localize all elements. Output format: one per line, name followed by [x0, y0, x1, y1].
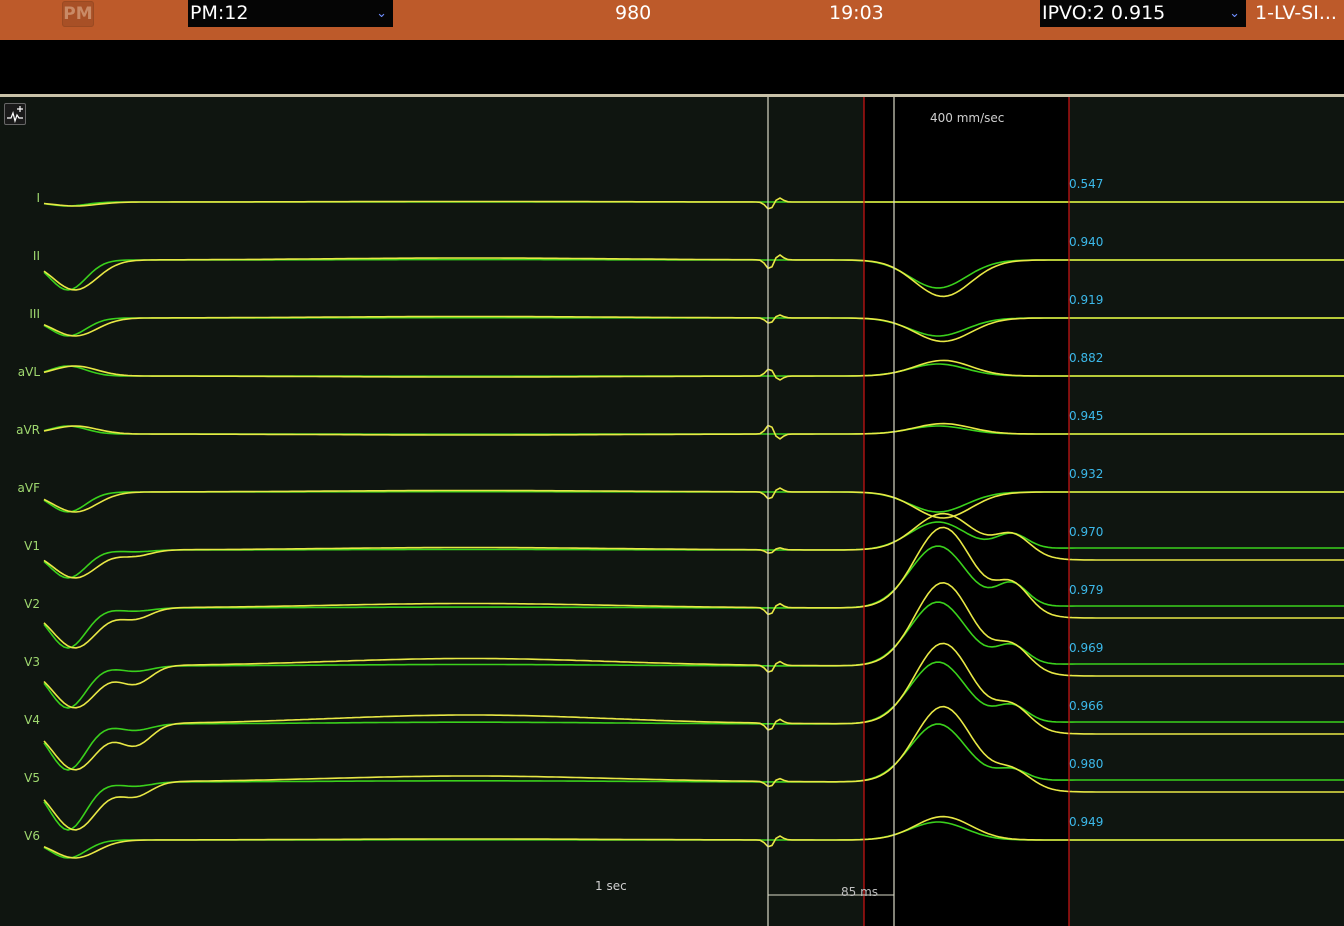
correlation-score-iii: 0.919	[1069, 293, 1104, 307]
lead-label-avr: aVR	[16, 423, 40, 437]
ecg-plot	[43, 97, 1344, 926]
trace-group	[43, 197, 1344, 859]
cycle-length-value: 980	[615, 2, 652, 24]
ipvo-select-value: IPVO:2 0.915	[1042, 2, 1166, 24]
paced-trace-iii	[43, 314, 1344, 343]
correlation-score-v5: 0.980	[1069, 757, 1104, 771]
pace-map-select-value: PM:12	[190, 2, 249, 24]
template-trace-avf	[43, 490, 1344, 513]
correlation-score-ii: 0.940	[1069, 235, 1104, 249]
lead-label-avl: aVL	[17, 365, 40, 379]
channel-label[interactable]: 1-LV-SI...	[1255, 0, 1337, 27]
time-value: 19:03	[829, 2, 884, 24]
template-trace-v5	[43, 723, 1344, 831]
paced-trace-ii	[43, 254, 1344, 298]
paced-trace-v6	[43, 815, 1344, 859]
lead-label-v6: V6	[24, 829, 40, 843]
paced-trace-v2	[43, 526, 1344, 649]
lead-label-v5: V5	[24, 771, 40, 785]
lead-label-i: I	[36, 191, 40, 205]
paced-trace-v4	[43, 642, 1344, 771]
correlation-score-i: 0.547	[1069, 177, 1104, 191]
correlation-score-avr: 0.945	[1069, 409, 1104, 423]
correlation-score-avf: 0.932	[1069, 467, 1104, 481]
correlation-score-v3: 0.969	[1069, 641, 1104, 655]
lead-label-v2: V2	[24, 597, 40, 611]
window-band-1	[864, 97, 894, 926]
chevron-down-icon: ⌄	[376, 6, 387, 21]
template-trace-avr	[43, 425, 1344, 435]
top-toolbar: PM PM:12 ⌄ 980 19:03 IPVO:2 0.915 ⌄ 1-LV…	[0, 0, 1344, 40]
correlation-score-v4: 0.966	[1069, 699, 1104, 713]
paced-trace-v5	[43, 705, 1344, 831]
correlation-score-v6: 0.949	[1069, 815, 1104, 829]
header-band	[0, 40, 1344, 94]
correlation-score-v2: 0.979	[1069, 583, 1104, 597]
lead-label-iii: III	[29, 307, 40, 321]
template-trace-v2	[43, 545, 1344, 649]
chevron-down-icon: ⌄	[1229, 6, 1240, 21]
ipvo-select[interactable]: IPVO:2 0.915 ⌄	[1040, 0, 1246, 27]
lead-label-v1: V1	[24, 539, 40, 553]
sweep-speed-label: 400 mm/sec	[930, 111, 1005, 125]
template-trace-iii	[43, 316, 1344, 337]
correlation-score-v1: 0.970	[1069, 525, 1104, 539]
time-scale-label: 1 sec	[595, 879, 627, 893]
lead-label-v3: V3	[24, 655, 40, 669]
interval-measurement-label: 85 ms	[841, 885, 879, 899]
pm-logo[interactable]: PM	[62, 1, 94, 27]
lead-label-ii: II	[32, 249, 40, 263]
paced-trace-i	[43, 197, 1344, 210]
paced-trace-avl	[43, 359, 1344, 381]
lead-label-avf: aVF	[17, 481, 40, 495]
correlation-score-avl: 0.882	[1069, 351, 1104, 365]
paced-trace-v3	[43, 581, 1344, 709]
lead-label-v4: V4	[24, 713, 40, 727]
ecg-trace-panel: 400 mm/sec 1 sec 85 ms I II III aVL aVR …	[0, 97, 1344, 926]
waveform-add-icon[interactable]	[4, 103, 26, 125]
pace-map-select[interactable]: PM:12 ⌄	[188, 0, 393, 27]
template-trace-ii	[43, 258, 1344, 291]
template-trace-v4	[43, 661, 1344, 771]
paced-trace-avr	[43, 422, 1344, 440]
template-trace-avl	[43, 363, 1344, 377]
paced-trace-v1	[43, 512, 1344, 579]
